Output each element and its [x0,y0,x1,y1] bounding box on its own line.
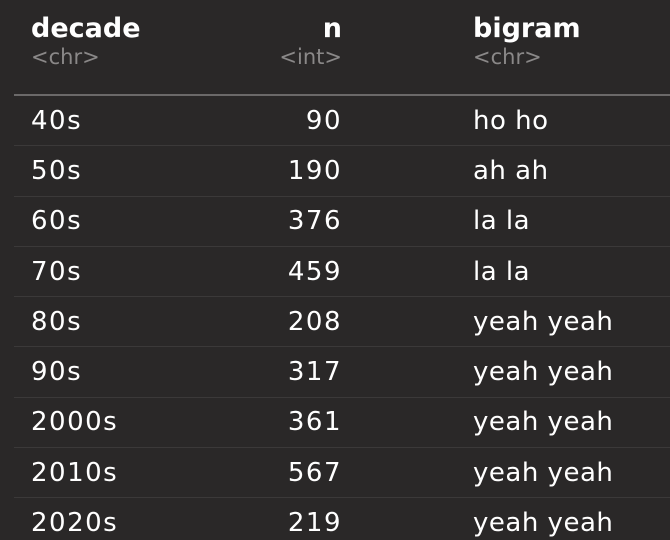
column-type-n: <int> [279,45,342,69]
cell-bigram: yeah yeah [350,397,670,449]
cell-decade: 90s [14,346,204,398]
cell-n: 90 [204,96,350,147]
cell-bigram: la la [350,196,670,247]
column-name-decade: decade [31,13,141,44]
cell-n: 567 [204,447,350,499]
cell-bigram: yeah yeah [350,296,670,348]
column-header-n: n <int> [204,14,350,95]
column-name-bigram: bigram [473,13,581,44]
cell-bigram: la la [350,246,670,298]
column-header-decade: decade <chr> [14,14,204,95]
page: decade <chr> n <int> bigram <chr> 40s 90… [0,0,670,540]
data-table: decade <chr> n <int> bigram <chr> 40s 90… [14,14,670,540]
cell-bigram: yeah yeah [350,447,670,499]
column-header-bigram: bigram <chr> [350,14,670,95]
table-row: 60s 376 la la [14,196,670,247]
table-row: 40s 90 ho ho [14,96,670,147]
cell-decade: 60s [14,196,204,247]
cell-bigram: ah ah [350,145,670,197]
cell-n: 219 [204,497,350,540]
table-body: 40s 90 ho ho 50s 190 ah ah 60s 376 la la… [14,94,670,540]
table-row: 70s 459 la la [14,246,670,298]
table-header: decade <chr> n <int> bigram <chr> [14,14,670,95]
column-name-n: n [322,13,342,44]
cell-bigram: ho ho [350,96,670,147]
cell-bigram: yeah yeah [350,346,670,398]
table-row: 2010s 567 yeah yeah [14,447,670,499]
cell-n: 190 [204,145,350,197]
cell-decade: 50s [14,145,204,197]
cell-decade: 2000s [14,397,204,449]
cell-n: 317 [204,346,350,398]
cell-n: 376 [204,196,350,247]
cell-decade: 70s [14,246,204,298]
cell-decade: 40s [14,96,204,147]
cell-decade: 2020s [14,497,204,540]
cell-n: 459 [204,246,350,298]
cell-bigram: yeah yeah [350,497,670,540]
table-row: 80s 208 yeah yeah [14,296,670,348]
cell-n: 361 [204,397,350,449]
column-type-bigram: <chr> [473,45,542,69]
column-type-decade: <chr> [31,45,100,69]
table-row: 50s 190 ah ah [14,145,670,197]
table-row: 2000s 361 yeah yeah [14,397,670,449]
cell-decade: 80s [14,296,204,348]
cell-n: 208 [204,296,350,348]
table-row: 90s 317 yeah yeah [14,346,670,398]
cell-decade: 2010s [14,447,204,499]
table-row: 2020s 219 yeah yeah [14,497,670,540]
